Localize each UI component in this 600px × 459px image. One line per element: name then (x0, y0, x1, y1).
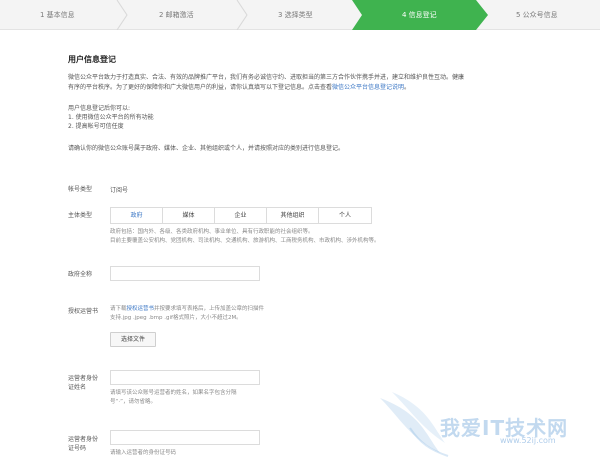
page-title: 用户信息登记 (68, 55, 116, 64)
intro-text: 微信公众平台致力于打造真实、合法、有效的品牌推广平台，我们有务必诚信守约、进取担… (68, 73, 548, 93)
step-1-label: 1 基本信息 (40, 11, 75, 19)
step-1: 1 基本信息 (0, 0, 120, 30)
subject-type-other-org[interactable]: 其他组织 (267, 208, 319, 223)
step-4-label: 4 信息登记 (402, 11, 437, 19)
auth-letter-download-link[interactable]: 授权运营书 (127, 306, 155, 312)
step-3-label: 3 选择类型 (278, 11, 313, 19)
operator-name-label-line: 运营者身份 (68, 375, 99, 382)
step-2: 2 邮箱激活 (120, 0, 240, 30)
subject-type-hint: 政府包括：国内外、各级、各类政府机构、事业单位、具有行政职能的社会组织等。 目前… (110, 228, 380, 246)
operator-id-input[interactable] (110, 430, 260, 445)
intro-suffix: 。 (404, 84, 411, 91)
operator-name-label-line: 证姓名 (68, 384, 87, 391)
subject-type-government[interactable]: 政府 (111, 208, 163, 223)
step-5: 5 公众号信息 (488, 0, 600, 30)
step-4-active: 4 信息登记 (352, 0, 488, 30)
auth-letter-label: 授权运营书 (68, 308, 99, 315)
gov-name-label: 政府全称 (68, 271, 93, 278)
subject-type-individual[interactable]: 个人 (319, 208, 371, 223)
step-2-label: 2 邮箱激活 (159, 11, 194, 19)
step-3: 3 选择类型 (240, 0, 352, 30)
auth-hint-suffix: 并按要求填写表格后，上传加盖公章的扫描件 (154, 306, 265, 312)
confirm-notice: 请确认你的微信公众账号属于政府、媒体、企业、其他组织或个人，并请按照对应的类别进… (68, 145, 345, 152)
operator-id-label: 运营者身份 证号码 (68, 435, 98, 453)
intro-line-1: 微信公众平台致力于打造真实、合法、有效的品牌推广平台，我们有务必诚信守约、进取担… (68, 74, 465, 81)
choose-file-button[interactable]: 选择文件 (110, 332, 156, 347)
operator-id-label-line: 运营者身份 (68, 436, 99, 443)
auth-hint-format: 支持.jpg .jpeg .bmp .gif格式照片，大小不超过2M。 (110, 315, 242, 321)
benefit-item: 1. 使用微信公众平台的所有功能 (68, 114, 154, 121)
benefits-title: 用户信息登记后你可以: (68, 105, 131, 112)
gov-name-input[interactable] (110, 266, 260, 281)
subject-type-media[interactable]: 媒体 (163, 208, 215, 223)
step-5-label: 5 公众号信息 (516, 11, 558, 19)
auth-hint-prefix: 请下载 (110, 306, 127, 312)
auth-hint-line: 请下载授权运营书并按要求填写表格后，上传加盖公章的扫描件 (110, 305, 264, 314)
subject-hint-line: 政府包括：国内外、各级、各类政府机构、事业单位、具有行政职能的社会组织等。 (110, 229, 314, 235)
operator-name-hint-line: 号“·”，请勿省略。 (110, 399, 156, 405)
operator-name-hint: 请填写该公众账号运营者的姓名，如果名字包含分隔 号“·”，请勿省略。 (110, 389, 237, 407)
operator-name-hint-line: 请填写该公众账号运营者的姓名，如果名字包含分隔 (110, 390, 237, 396)
intro-line-2: 有序的平台秩序。为了更好的保障你和广大微信用户的利益，请你认真填写以下登记信息。… (68, 83, 548, 93)
operator-name-input[interactable] (110, 370, 260, 385)
operator-id-label-line: 证号码 (68, 445, 87, 452)
auth-letter-hint: 请下载授权运营书并按要求填写表格后，上传加盖公章的扫描件 支持.jpg .jpe… (110, 305, 264, 323)
watermark-url: www.52ij.com (500, 436, 556, 445)
account-type-value: 订阅号 (110, 187, 129, 194)
registration-guide-link[interactable]: 微信公众平台信息登记说明 (332, 84, 404, 91)
subject-type-selector: 政府 媒体 企业 其他组织 个人 (110, 207, 372, 224)
intro-line-2-text: 有序的平台秩序。为了更好的保障你和广大微信用户的利益，请你认真填写以下登记信息。… (68, 84, 333, 91)
operator-name-label: 运营者身份 证姓名 (68, 374, 98, 392)
subject-type-enterprise[interactable]: 企业 (215, 208, 267, 223)
step-progress-bar: 1 基本信息 2 邮箱激活 3 选择类型 4 信息登记 5 公众号信息 (0, 0, 600, 30)
benefits-list: 用户信息登记后你可以: 1. 使用微信公众平台的所有功能 2. 提高帐号可信任度 (68, 104, 154, 131)
benefit-item: 2. 提高帐号可信任度 (68, 123, 124, 130)
subject-type-label: 主体类型 (68, 212, 93, 219)
operator-id-hint: 请输入运营者的身份证号码 (110, 450, 177, 456)
account-type-label: 帐号类型 (68, 186, 93, 193)
subject-hint-line: 目前主要覆盖公安机构、党团机构、司法机构、交通机构、旅游机构、工商税务机构、市政… (110, 238, 380, 244)
